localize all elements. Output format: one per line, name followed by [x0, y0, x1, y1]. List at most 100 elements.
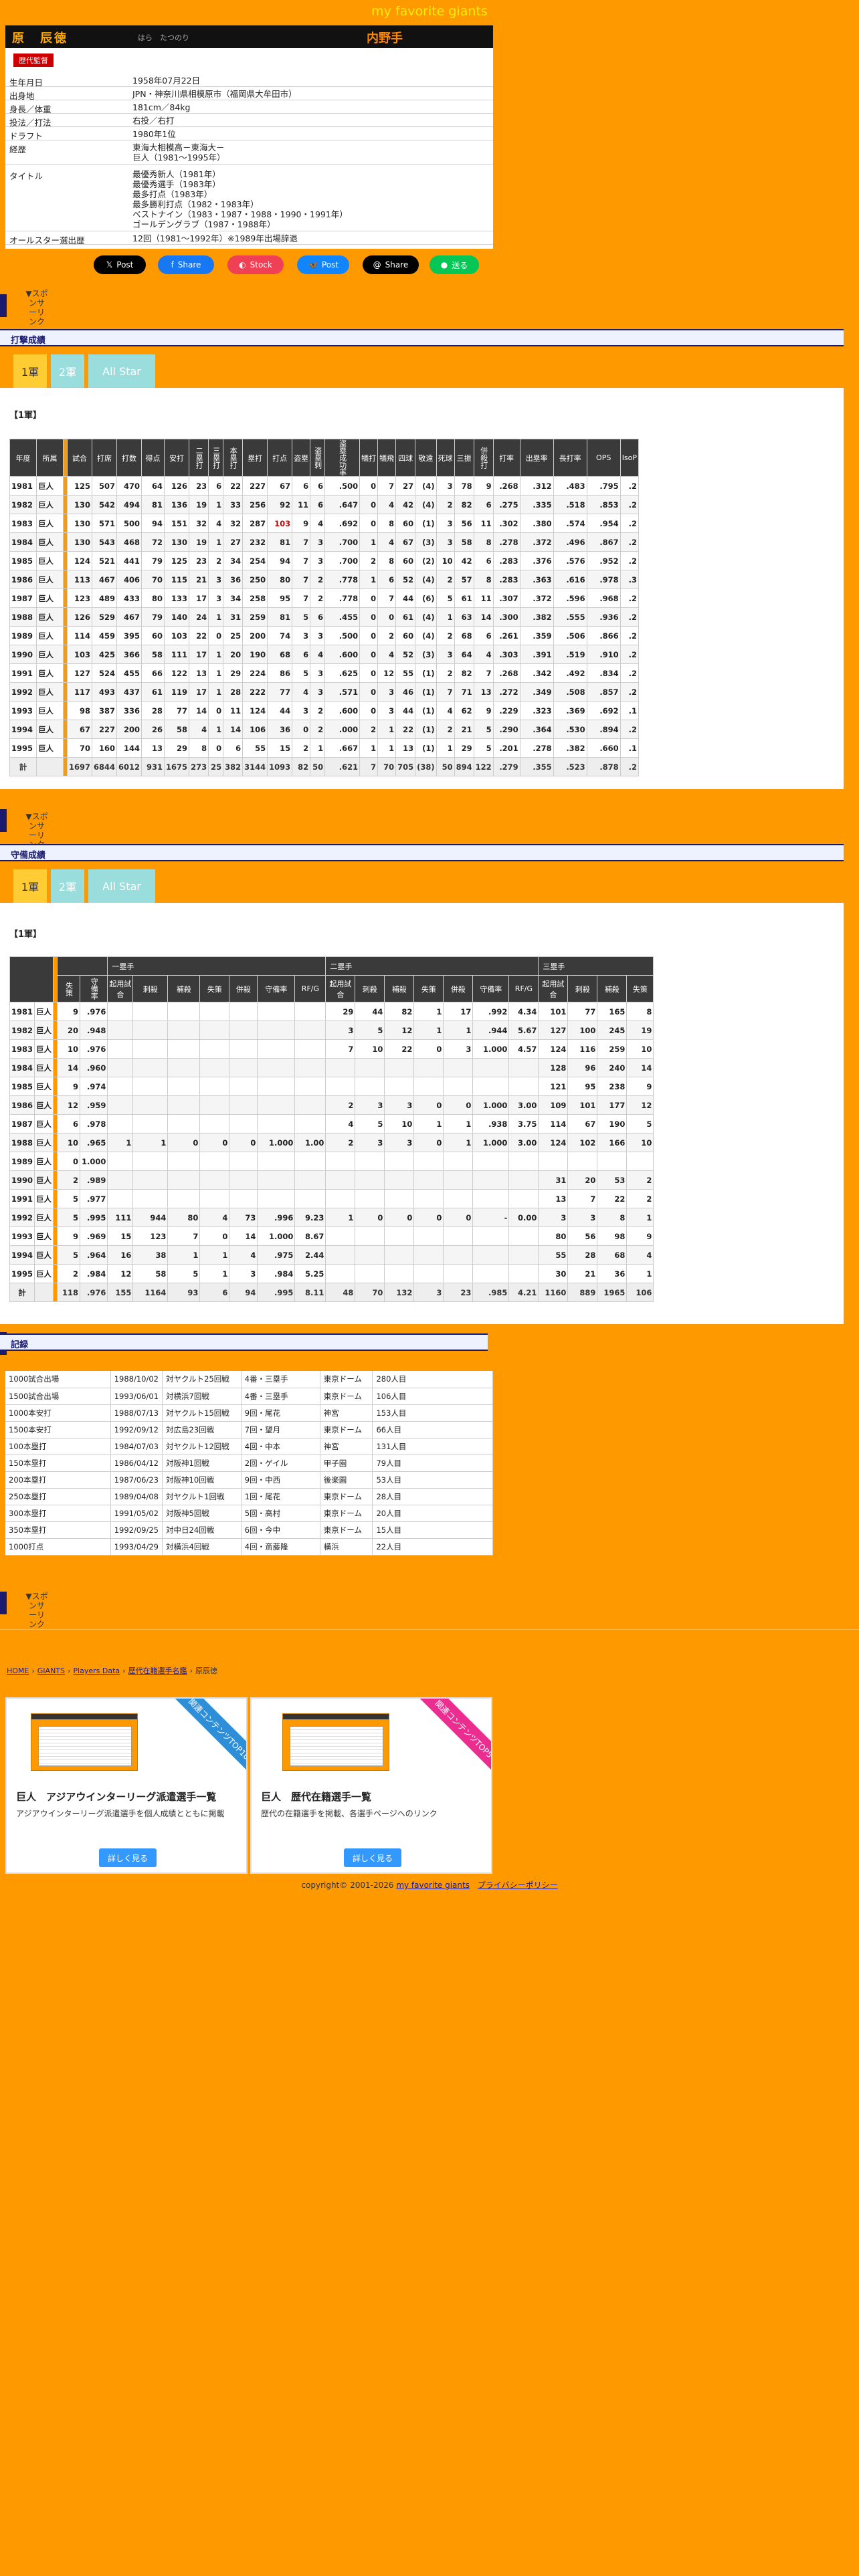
column-header[interactable]: 併殺: [229, 975, 258, 1002]
column-header[interactable]: 補殺: [167, 975, 201, 1002]
batting-table-wrap[interactable]: 年度 所属 試合 打席 打数 得点 安打 二塁打 三塁打 本塁打 塁打 打点 盗塁 盗塁刺 盗塁成功率 犠打犠…: [9, 439, 832, 776]
records-table-wrap: 1000試合出場 1988/10/02 対ヤクルト25回戦 4番・三塁手 東京ドーム 28…: [5, 1371, 493, 1555]
card-title[interactable]: 巨人 アジアウインターリーグ派遣選手一覧: [16, 1790, 216, 1804]
breadcrumb-item[interactable]: HOME: [7, 1667, 29, 1675]
column-header[interactable]: 死球: [436, 439, 455, 477]
fielding-table-wrap[interactable]: 一塁手 二塁手 三塁手 失策 守備率 起用試合 刺殺 補殺 失策 併殺 守備率 RF/G 起用試合 刺殺補…: [9, 956, 832, 1302]
tab-second-team[interactable]: 2軍: [51, 869, 84, 903]
column-header[interactable]: 打率: [492, 439, 520, 477]
table-cell: 2: [626, 1170, 654, 1190]
total-cell: [36, 757, 64, 776]
record-row: 350本塁打 1992/09/25 対中日24回戦 6回・今中 東京ドーム 15人目: [5, 1521, 493, 1539]
column-header[interactable]: RF/G: [508, 975, 539, 1002]
column-header[interactable]: 刺殺: [567, 975, 598, 1002]
column-header[interactable]: 所属: [36, 439, 64, 477]
column-header[interactable]: 盗塁刺: [310, 439, 326, 477]
column-header[interactable]: 年度: [9, 439, 37, 477]
related-content-card[interactable]: 関連コンテンツTOP5 巨人 歴代在籍選手一覧 歴代の在籍選手を掲載、各選手ページへ…: [250, 1697, 492, 1874]
table-cell: [294, 1189, 326, 1208]
table-cell: 114: [538, 1114, 569, 1134]
table-cell: 0: [167, 1133, 201, 1152]
share-button-pocket[interactable]: ◐ Stock: [227, 255, 284, 274]
column-header[interactable]: 三振: [454, 439, 474, 477]
column-header[interactable]: 打席: [92, 439, 118, 477]
column-header[interactable]: 補殺: [597, 975, 628, 1002]
column-header[interactable]: 盗塁成功率: [324, 439, 361, 477]
table-cell: 12: [384, 1021, 415, 1040]
column-header[interactable]: 四球: [395, 439, 416, 477]
column-header[interactable]: OPS: [586, 439, 621, 477]
column-header[interactable]: 犠飛: [377, 439, 397, 477]
column-header[interactable]: 刺殺: [132, 975, 169, 1002]
breadcrumb-item[interactable]: GIANTS: [37, 1667, 65, 1675]
table-cell: (6): [415, 588, 437, 608]
share-button-line[interactable]: ● 送る: [430, 255, 479, 274]
column-header[interactable]: 盗塁: [292, 439, 311, 477]
column-header[interactable]: 三塁打: [208, 439, 224, 477]
table-cell: .954: [586, 514, 621, 533]
record-cell: 131人目: [372, 1438, 493, 1455]
column-header[interactable]: 本塁打: [223, 439, 244, 477]
record-cell: 1988/07/13: [110, 1404, 163, 1422]
column-header[interactable]: 守備率: [80, 975, 108, 1002]
share-button-threads[interactable]: @ Share: [363, 255, 419, 274]
table-cell: 10: [57, 1039, 81, 1059]
column-header[interactable]: 失策: [57, 975, 81, 1002]
tab-first-team[interactable]: 1軍: [13, 354, 47, 388]
column-header[interactable]: 守備率: [472, 975, 510, 1002]
column-header[interactable]: 二塁打: [189, 439, 209, 477]
column-header[interactable]: 失策: [199, 975, 230, 1002]
footer-site-link[interactable]: my favorite giants: [396, 1881, 470, 1890]
record-cell: 対ヤクルト15回戦: [162, 1404, 242, 1422]
profile-value-line: 最優秀新人（1981年）: [132, 169, 221, 179]
column-header[interactable]: 失策: [413, 975, 444, 1002]
column-header[interactable]: RF/G: [294, 975, 326, 1002]
record-cell: 150本塁打: [5, 1455, 111, 1472]
thumbnail-header-bar: [31, 1714, 137, 1719]
column-header[interactable]: 長打率: [553, 439, 587, 477]
column-header[interactable]: 刺殺: [355, 975, 385, 1002]
tab-all-star[interactable]: All Star: [88, 354, 155, 388]
column-header[interactable]: 起用試合: [325, 975, 356, 1002]
table-cell: 2: [436, 495, 455, 514]
share-button-bluesky[interactable]: 🦋 Post: [297, 255, 349, 274]
column-header[interactable]: 併殺: [443, 975, 474, 1002]
column-header[interactable]: 出塁率: [519, 439, 554, 477]
column-header[interactable]: 打数: [116, 439, 142, 477]
share-button-x[interactable]: 𝕏 Post: [94, 255, 146, 274]
tab-second-team[interactable]: 2軍: [51, 354, 84, 388]
column-header[interactable]: 安打: [164, 439, 190, 477]
record-cell: 9回・尾花: [241, 1404, 320, 1422]
table-cell: 19: [626, 1021, 654, 1040]
related-content-card[interactable]: 関連コンテンツTOP10 巨人 アジアウインターリーグ派遣選手一覧 アジアウインター…: [5, 1697, 248, 1874]
table-cell: 3: [436, 514, 455, 533]
detail-button[interactable]: 詳しく見る: [99, 1848, 157, 1867]
table-cell: .795: [586, 476, 621, 496]
breadcrumb-item[interactable]: 歴代在籍選手名鑑: [128, 1667, 187, 1675]
table-cell: 28: [567, 1245, 598, 1265]
card-title[interactable]: 巨人 歴代在籍選手一覧: [261, 1790, 371, 1804]
column-header[interactable]: 敬遠: [415, 439, 437, 477]
column-header[interactable]: 失策: [626, 975, 654, 1002]
column-header[interactable]: 補殺: [384, 975, 415, 1002]
tab-first-team[interactable]: 1軍: [13, 869, 47, 903]
table-cell: 44: [355, 1002, 385, 1021]
tab-all-star[interactable]: All Star: [88, 869, 155, 903]
breadcrumb-item[interactable]: Players Data: [73, 1667, 120, 1675]
column-header[interactable]: IsoP: [619, 439, 640, 477]
detail-button[interactable]: 詳しく見る: [344, 1848, 401, 1867]
column-header[interactable]: 試合: [66, 439, 93, 477]
column-header[interactable]: 打点: [267, 439, 293, 477]
share-label: 送る: [452, 260, 468, 270]
column-header[interactable]: 犠打: [359, 439, 379, 477]
table-cell: 7: [292, 532, 311, 552]
column-header[interactable]: 塁打: [242, 439, 268, 477]
column-header[interactable]: 起用試合: [107, 975, 134, 1002]
share-button-facebook[interactable]: f Share: [158, 255, 214, 274]
column-header[interactable]: 起用試合: [538, 975, 569, 1002]
column-header[interactable]: 得点: [141, 439, 165, 477]
site-title[interactable]: my favorite giants: [0, 4, 859, 19]
privacy-policy-link[interactable]: プライバシーポリシー: [478, 1881, 558, 1890]
column-header[interactable]: 守備率: [257, 975, 296, 1002]
column-header[interactable]: 併殺打: [473, 439, 494, 477]
